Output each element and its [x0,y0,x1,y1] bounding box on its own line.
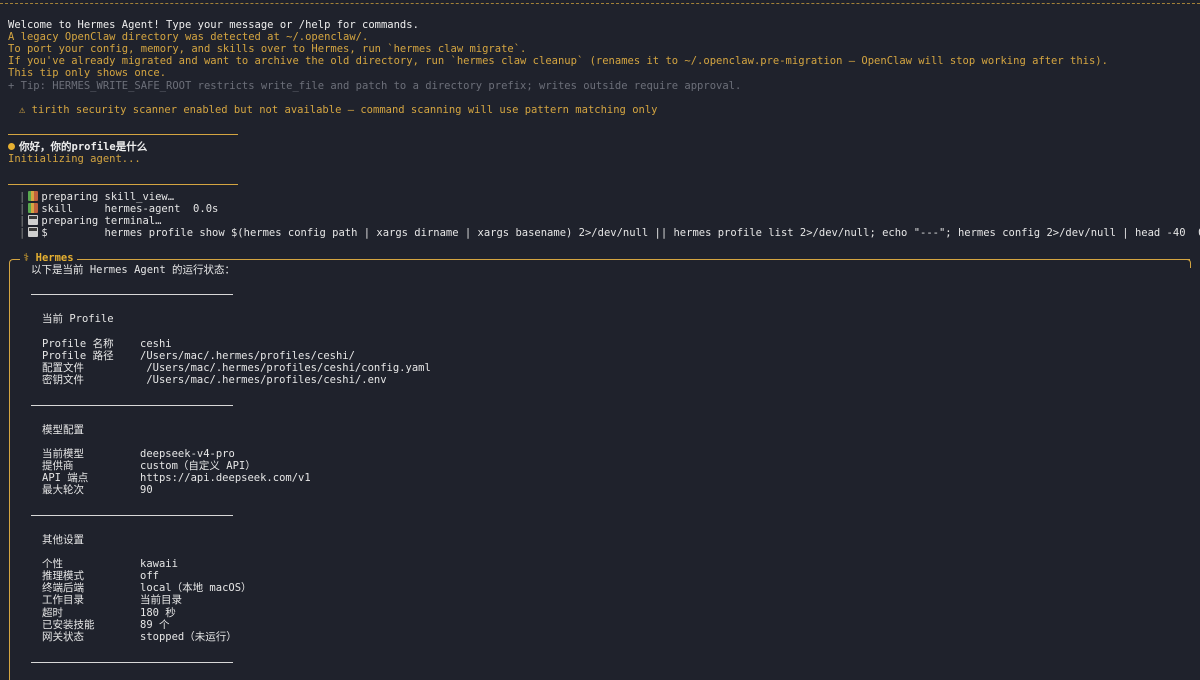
tool-log-text: preparing skill_view… [41,191,175,203]
kv-value: 当前目录 [140,594,182,606]
kv-key: 网关状态 [42,631,84,643]
kv-key: 当前模型 [42,448,84,460]
legacy-notice: A legacy OpenClaw directory was detected… [8,31,369,43]
kv-value: custom（自定义 API） [140,460,256,472]
section-divider [31,515,233,516]
divider-rule [8,134,238,135]
port-notice: To port your config, memory, and skills … [8,43,527,55]
security-warning: ⚠ tirith security scanner enabled but no… [19,104,658,116]
kv-key: Profile 名称 [42,338,114,350]
kv-value: local（本地 macOS） [140,582,252,594]
tool-log-text: preparing terminal… [41,215,162,227]
user-message: 你好，你的profile是什么 [8,141,147,153]
tool-log-text: $ hermes profile show $(hermes config pa… [41,227,1200,239]
divider-rule [8,184,238,185]
kv-value: 89 个 [140,619,170,631]
books-icon [28,191,39,201]
kv-key: 密钥文件 [42,374,84,386]
section-divider [31,662,233,663]
archive-notice: If you've already migrated and want to a… [8,55,1108,67]
kv-key: 终端后端 [42,582,84,594]
response-panel-title: ⚕ Hermes [20,252,77,264]
section-heading: 当前 Profile [42,313,114,325]
kv-value: deepseek-v4-pro [140,448,235,460]
kv-value: stopped（未运行） [140,631,237,643]
response-panel-corner [1182,259,1191,268]
initializing-status: Initializing agent... [8,153,141,165]
tool-log-text: skill hermes-agent 0.0s [41,203,219,215]
terminal-icon [28,215,39,225]
once-notice: This tip only shows once. [8,67,167,79]
kv-value: 180 秒 [140,607,176,619]
kv-key: 推理模式 [42,570,84,582]
tool-log-row: | skill hermes-agent 0.0s [19,203,219,215]
kv-key: 配置文件 [42,362,84,374]
kv-value: off [140,570,159,582]
tool-log-row: | preparing skill_view… [19,191,175,203]
kv-key: API 端点 [42,472,89,484]
section-divider [31,294,233,295]
kv-key: 已安装技能 [42,619,95,631]
kv-value: /Users/mac/.hermes/profiles/ceshi/.env [140,374,387,386]
tip-text: + Tip: HERMES_WRITE_SAFE_ROOT restricts … [8,80,742,92]
welcome-text: Welcome to Hermes Agent! Type your messa… [8,19,419,31]
kv-key: 个性 [42,558,63,570]
kv-value: ceshi [140,338,172,350]
kv-key: 工作目录 [42,594,84,606]
kv-value: https://api.deepseek.com/v1 [140,472,311,484]
user-message-text: 你好，你的profile是什么 [19,141,148,153]
response-intro: 以下是当前 Hermes Agent 的运行状态： [31,264,236,276]
tool-log-row: | preparing terminal… [19,215,162,227]
kv-key: Profile 路径 [42,350,114,362]
kv-value: kawaii [140,558,178,570]
section-heading: 其他设置 [42,534,84,546]
kv-value: /Users/mac/.hermes/profiles/ceshi/config… [140,362,431,374]
kv-key: 超时 [42,607,63,619]
terminal-icon [28,227,39,237]
kv-value: 90 [140,484,153,496]
kv-key: 提供商 [42,460,74,472]
kv-value: /Users/mac/.hermes/profiles/ceshi/ [140,350,355,362]
section-divider [31,405,233,406]
section-heading: 模型配置 [42,424,84,436]
user-bullet-icon [8,142,15,150]
top-border-rule [0,0,1200,4]
tool-log-row: | $ hermes profile show $(hermes config p… [19,227,1200,239]
books-icon [28,203,39,213]
kv-key: 最大轮次 [42,484,84,496]
